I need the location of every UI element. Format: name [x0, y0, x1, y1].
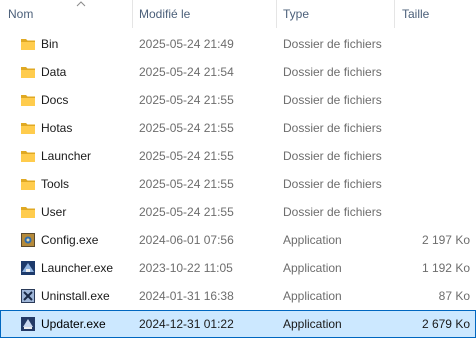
file-size: [400, 142, 470, 170]
file-name: Tools: [41, 177, 70, 191]
column-divider[interactable]: [394, 0, 395, 28]
column-header: Nom Modifié le Type Taille: [0, 0, 476, 28]
column-size-header[interactable]: Taille: [402, 0, 429, 28]
sort-ascending-icon: [76, 1, 86, 7]
file-size: [400, 30, 470, 58]
modified-date: 2025-05-24 21:49: [139, 37, 234, 51]
file-type: Application: [283, 233, 342, 247]
folder-icon: [21, 95, 35, 106]
file-size: 1 192 Ko: [421, 261, 470, 275]
modified-date: 2025-05-24 21:55: [139, 205, 234, 219]
folder-icon: [21, 207, 35, 218]
file-size: 87 Ko: [438, 289, 470, 303]
file-name: Updater.exe: [41, 317, 106, 331]
modified-date: 2025-05-24 21:54: [139, 65, 234, 79]
uninstall-app-icon: [21, 289, 35, 303]
folder-row[interactable]: Bin 2025-05-24 21:49 Dossier de fichiers: [0, 30, 476, 58]
file-name: Launcher: [41, 149, 92, 163]
folder-row[interactable]: Docs 2025-05-24 21:55 Dossier de fichiers: [0, 86, 476, 114]
file-type: Application: [283, 317, 342, 331]
file-type: Dossier de fichiers: [283, 205, 382, 219]
modified-date: 2025-05-24 21:55: [139, 93, 234, 107]
launcher-app-icon: [21, 261, 35, 275]
column-type-header[interactable]: Type: [283, 0, 309, 28]
column-divider[interactable]: [276, 0, 277, 28]
file-name: Launcher.exe: [41, 261, 114, 275]
modified-date: 2025-05-24 21:55: [139, 149, 234, 163]
file-name: Hotas: [41, 121, 73, 135]
file-row[interactable]: Updater.exe 2024-12-31 01:22 Application 2 …: [0, 310, 476, 338]
folder-icon: [21, 123, 35, 134]
file-type: Dossier de fichiers: [283, 37, 382, 51]
folder-row[interactable]: Tools 2025-05-24 21:55 Dossier de fichiers: [0, 170, 476, 198]
file-size: 2 197 Ko: [421, 233, 470, 247]
file-row[interactable]: Uninstall.exe 2024-01-31 16:38 Application…: [0, 282, 476, 310]
file-name: Docs: [41, 93, 69, 107]
file-size: [400, 58, 470, 86]
file-type: Dossier de fichiers: [283, 149, 382, 163]
folder-icon: [21, 67, 35, 78]
file-name: User: [41, 205, 67, 219]
updater-app-icon: [21, 317, 35, 331]
file-size: [400, 170, 470, 198]
modified-date: 2025-05-24 21:55: [139, 121, 234, 135]
folder-row[interactable]: Hotas 2025-05-24 21:55 Dossier de fichiers: [0, 114, 476, 142]
file-size: [400, 198, 470, 226]
file-type: Application: [283, 289, 342, 303]
modified-date: 2023-10-22 11:05: [139, 261, 233, 275]
file-name: Bin: [41, 37, 59, 51]
file-row[interactable]: Launcher.exe 2023-10-22 11:05 Application 1…: [0, 254, 476, 282]
file-type: Dossier de fichiers: [283, 65, 382, 79]
modified-date: 2024-12-31 01:22: [139, 317, 234, 331]
modified-date: 2024-06-01 07:56: [139, 233, 234, 247]
folder-icon: [21, 179, 35, 190]
column-name-header[interactable]: Nom: [8, 0, 33, 28]
folder-row[interactable]: Data 2025-05-24 21:54 Dossier de fichiers: [0, 58, 476, 86]
modified-date: 2024-01-31 16:38: [139, 289, 234, 303]
file-size: 2 679 Ko: [421, 317, 470, 331]
column-modified-header[interactable]: Modifié le: [139, 0, 190, 28]
file-name: Data: [41, 65, 67, 79]
file-type: Dossier de fichiers: [283, 121, 382, 135]
file-type: Dossier de fichiers: [283, 177, 382, 191]
column-divider[interactable]: [132, 0, 133, 28]
file-name: Config.exe: [41, 233, 99, 247]
config-app-icon: [21, 233, 35, 247]
file-size: [400, 86, 470, 114]
folder-icon: [21, 151, 35, 162]
file-type: Dossier de fichiers: [283, 93, 382, 107]
folder-row[interactable]: User 2025-05-24 21:55 Dossier de fichiers: [0, 198, 476, 226]
folder-row[interactable]: Launcher 2025-05-24 21:55 Dossier de fichi…: [0, 142, 476, 170]
file-row[interactable]: Config.exe 2024-06-01 07:56 Application 2 1…: [0, 226, 476, 254]
file-type: Application: [283, 261, 342, 275]
folder-icon: [21, 39, 35, 50]
modified-date: 2025-05-24 21:55: [139, 177, 234, 191]
file-size: [400, 114, 470, 142]
file-name: Uninstall.exe: [41, 289, 110, 303]
